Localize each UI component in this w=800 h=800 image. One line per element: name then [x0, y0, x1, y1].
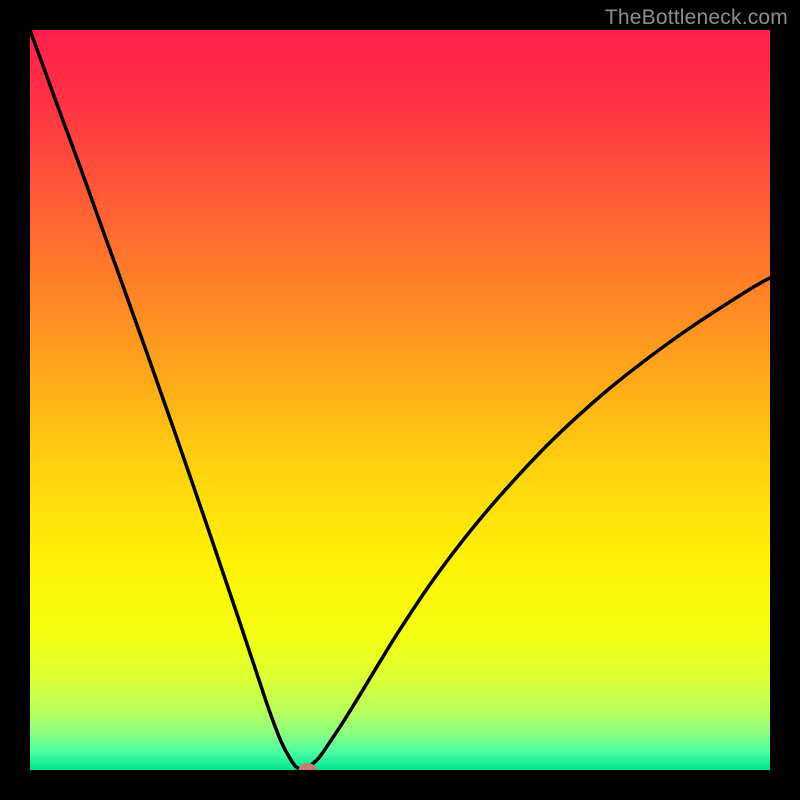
outer-frame: TheBottleneck.com — [0, 0, 800, 800]
gradient-background — [30, 30, 770, 770]
plot-area — [30, 30, 770, 770]
chart-svg — [30, 30, 770, 770]
watermark-text: TheBottleneck.com — [605, 6, 788, 30]
